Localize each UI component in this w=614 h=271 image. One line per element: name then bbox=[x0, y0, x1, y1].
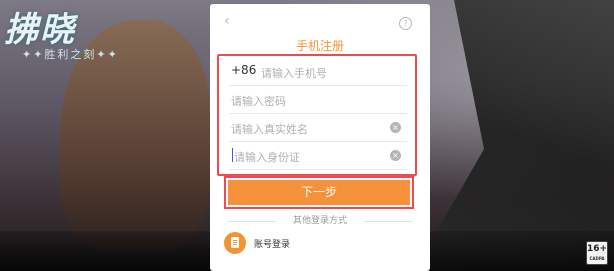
clear-icon[interactable]: × bbox=[390, 122, 401, 133]
registration-form: +86 请输入手机号 请输入密码 请输入真实姓名 × 请输入身份证 × bbox=[217, 54, 417, 176]
clear-icon[interactable]: × bbox=[390, 150, 401, 161]
age-rating-badge: 16+ CADPA bbox=[586, 241, 608, 265]
divider-line-right bbox=[364, 221, 412, 222]
register-dialog: ‹ ? 手机注册 +86 请输入手机号 请输入密码 请输入真实姓名 × 请输入身… bbox=[210, 4, 430, 271]
account-login-icon[interactable] bbox=[224, 232, 246, 254]
back-arrow-icon[interactable]: ‹ bbox=[224, 14, 234, 28]
id-number-field[interactable]: 请输入身份证 × bbox=[229, 143, 407, 170]
password-field[interactable]: 请输入密码 bbox=[229, 87, 407, 114]
account-login-label[interactable]: 账号登录 bbox=[254, 237, 290, 250]
text-caret bbox=[232, 148, 233, 162]
next-button[interactable]: 下一步 bbox=[228, 180, 410, 205]
dialog-title: 手机注册 bbox=[295, 39, 344, 53]
age-rating-sub: CADPA bbox=[589, 256, 605, 261]
game-logo: 拂晓 bbox=[4, 10, 76, 50]
phone-input[interactable]: 请输入手机号 bbox=[261, 65, 327, 81]
real-name-field[interactable]: 请输入真实姓名 × bbox=[229, 115, 407, 142]
country-code[interactable]: +86 bbox=[231, 63, 256, 77]
real-name-input[interactable]: 请输入真实姓名 bbox=[231, 121, 308, 137]
age-rating-value: 16+ bbox=[587, 244, 608, 254]
game-logo-subtitle: ✦✦胜利之刻✦✦ bbox=[22, 48, 119, 61]
help-icon[interactable]: ? bbox=[399, 17, 412, 30]
id-number-input[interactable]: 请输入身份证 bbox=[234, 149, 300, 165]
password-input[interactable]: 请输入密码 bbox=[231, 93, 286, 109]
next-button-highlight: 下一步 bbox=[224, 176, 414, 209]
phone-field[interactable]: +86 请输入手机号 bbox=[229, 59, 407, 86]
other-login-divider: 其他登录方式 bbox=[228, 216, 412, 226]
